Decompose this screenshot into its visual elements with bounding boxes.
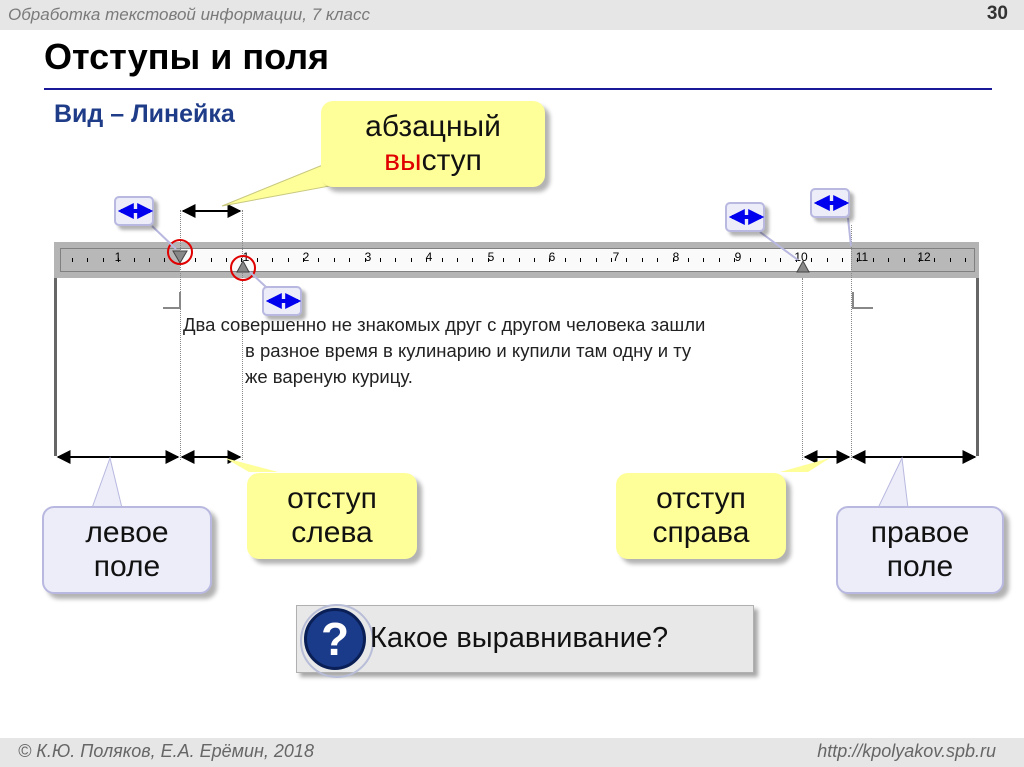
right-indent-line-2: справа: [652, 516, 750, 549]
right-indent-line-1: отступ: [656, 482, 746, 515]
copyright-text: © К.Ю. Поляков, Е.А. Ерёмин, 2018: [18, 741, 314, 761]
left-margin-line-2: поле: [93, 550, 161, 583]
right-indent-callout: отступ справа: [616, 473, 786, 559]
highlighted-syllable: вы: [384, 144, 422, 177]
site-link[interactable]: http://kpolyakov.spb.ru: [817, 741, 996, 762]
left-indent-line-2: слева: [291, 516, 373, 549]
question-mark-icon: ?: [300, 604, 374, 678]
hanging-indent-callout: абзацный выступ: [321, 101, 545, 187]
right-margin-callout: правое поле: [836, 506, 1004, 594]
left-margin-callout: левое поле: [42, 506, 212, 594]
left-indent-callout: отступ слева: [247, 473, 417, 559]
left-margin-line-1: левое: [85, 516, 169, 549]
hanging-callout-line-2: выступ: [384, 144, 482, 177]
right-margin-line-1: правое: [870, 516, 970, 549]
right-margin-line-2: поле: [886, 550, 954, 583]
hanging-callout-line-1: абзацный: [365, 110, 501, 143]
question-text: Какое выравнивание?: [370, 622, 669, 654]
left-indent-line-1: отступ: [287, 482, 377, 515]
